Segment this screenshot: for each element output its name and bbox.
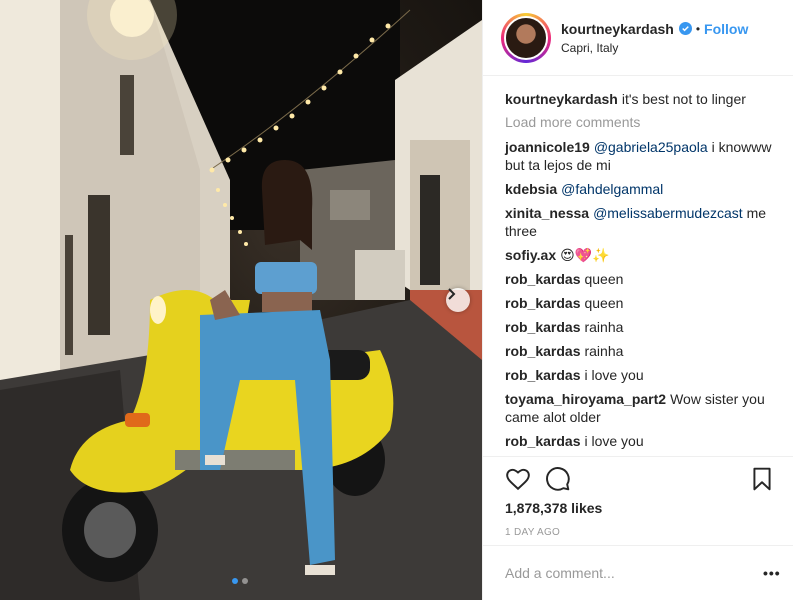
header-text: kourtneykardash • Follow Capri, Italy (561, 21, 748, 55)
comment-username[interactable]: rob_kardas (505, 367, 580, 383)
header-row: kourtneykardash • Follow (561, 21, 748, 37)
chevron-right-icon (448, 288, 456, 300)
header-separator: • (695, 21, 701, 36)
post-side-panel: kourtneykardash • Follow Capri, Italy ko… (482, 0, 793, 600)
scooter-night-street-image (0, 0, 482, 600)
comment-text: i love you (584, 367, 644, 383)
comment-container: joannicole19 @gabriela25paola i knowww bu… (505, 138, 777, 450)
comments-list[interactable]: kourtneykardash it's best not to linger L… (483, 76, 793, 457)
comment-text: rainha (584, 343, 624, 359)
comment-username[interactable]: rob_kardas (505, 295, 580, 311)
avatar-story-ring[interactable] (501, 12, 551, 63)
carousel-dot-active (232, 578, 238, 584)
comment-icon[interactable] (545, 466, 571, 492)
comment-item: sofiy.ax 😍💖✨ (505, 246, 777, 264)
author-username[interactable]: kourtneykardash (561, 21, 674, 37)
comment-item: rob_kardas i love you (505, 366, 777, 384)
comment-text: rainha (584, 319, 624, 335)
comment-text: queen (584, 295, 624, 311)
comment-item: rob_kardas queen (505, 294, 777, 312)
comment-item: xinita_nessa @melissabermudezcast me thre… (505, 204, 777, 240)
comment-item: joannicole19 @gabriela25paola i knowww bu… (505, 138, 777, 174)
post-location[interactable]: Capri, Italy (561, 41, 748, 55)
comment-item: toyama_hiroyama_part2 Wow sister you came… (505, 390, 777, 426)
carousel-dot (242, 578, 248, 584)
load-more-comments-button[interactable]: Load more comments (505, 114, 777, 130)
comment-item: rob_kardas rainha (505, 342, 777, 360)
follow-button[interactable]: Follow (704, 21, 748, 37)
comment-item: rob_kardas i love you (505, 432, 777, 450)
more-options-button[interactable]: ••• (763, 565, 793, 581)
post-photo[interactable] (0, 0, 482, 600)
action-bar (505, 466, 793, 492)
likes-count[interactable]: 1,878,378 likes (505, 500, 602, 516)
comment-item: kdebsia @fahdelgammal (505, 180, 777, 198)
avatar[interactable] (504, 15, 548, 60)
bookmark-icon[interactable] (749, 466, 775, 492)
comment-username[interactable]: toyama_hiroyama_part2 (505, 391, 666, 407)
comment-mention[interactable]: @fahdelgammal (561, 181, 663, 197)
comment-mention[interactable]: @gabriela25paola (594, 139, 708, 155)
caption-text: it's best not to linger (621, 91, 746, 107)
carousel-indicator (232, 578, 248, 584)
comment-text: queen (584, 271, 624, 287)
comment-username[interactable]: rob_kardas (505, 433, 580, 449)
add-comment-bar: ••• (483, 545, 793, 600)
comment-username[interactable]: rob_kardas (505, 271, 580, 287)
comment-username[interactable]: sofiy.ax (505, 247, 556, 263)
comment-mention[interactable]: @melissabermudezcast (593, 205, 743, 221)
verified-badge-icon (678, 22, 692, 35)
comment-username[interactable]: xinita_nessa (505, 205, 589, 221)
comment-item: rob_kardas rainha (505, 318, 777, 336)
caption: kourtneykardash it's best not to linger (505, 90, 777, 108)
next-photo-button[interactable] (446, 288, 470, 312)
comment-item: rob_kardas queen (505, 270, 777, 288)
comment-username[interactable]: joannicole19 (505, 139, 590, 155)
comment-text: i love you (584, 433, 644, 449)
post-timestamp[interactable]: 1 DAY AGO (505, 527, 560, 538)
comment-username[interactable]: kdebsia (505, 181, 557, 197)
comment-input[interactable] (505, 565, 763, 581)
comment-username[interactable]: rob_kardas (505, 319, 580, 335)
caption-username[interactable]: kourtneykardash (505, 91, 618, 107)
heart-icon[interactable] (505, 466, 531, 492)
comment-username[interactable]: rob_kardas (505, 343, 580, 359)
comment-text: 😍💖✨ (560, 247, 610, 263)
post-header: kourtneykardash • Follow Capri, Italy (483, 0, 793, 76)
